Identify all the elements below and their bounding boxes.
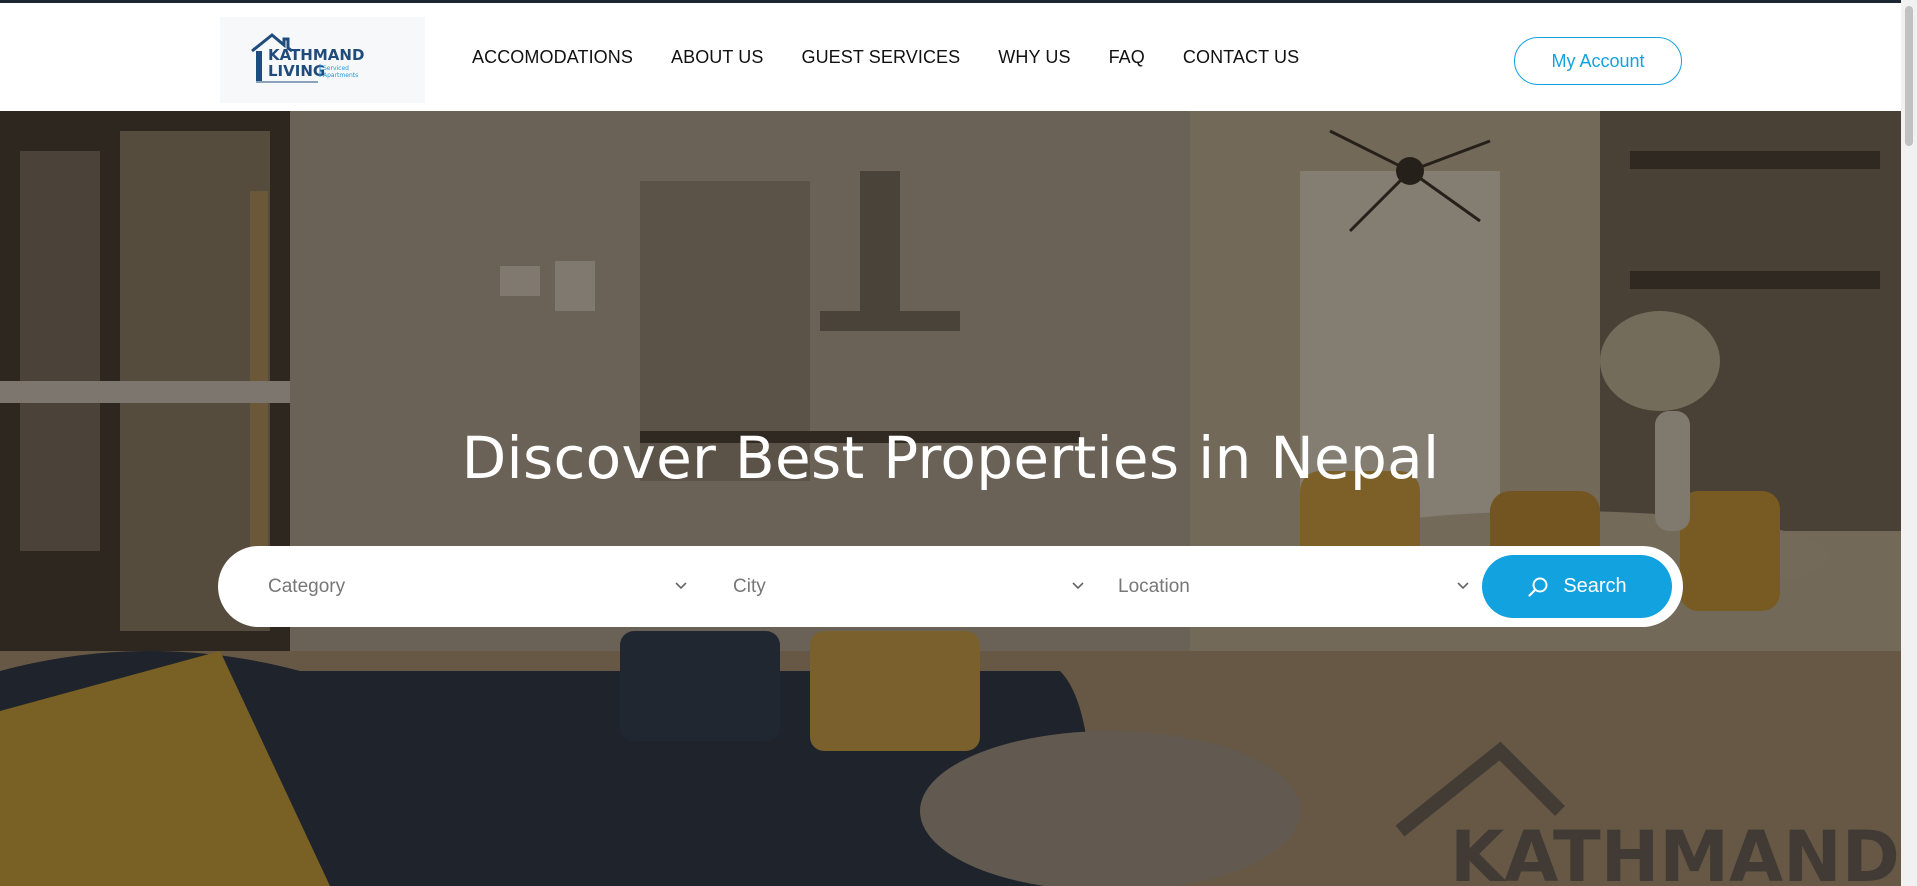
hero-title: Discover Best Properties in Nepal xyxy=(461,424,1440,492)
hero-section: KATHMANDU Discover Best Properties in Ne… xyxy=(0,111,1901,886)
category-select[interactable]: Category xyxy=(268,546,688,627)
nav-why-us[interactable]: WHY US xyxy=(998,47,1070,68)
site-header: KATHMANDU LIVING Serviced Apartments ACC… xyxy=(0,3,1901,111)
hero-overlay xyxy=(0,111,1901,886)
svg-text:Serviced: Serviced xyxy=(323,65,349,72)
site-logo[interactable]: KATHMANDU LIVING Serviced Apartments xyxy=(220,17,425,103)
nav-about-us[interactable]: ABOUT US xyxy=(671,47,764,68)
property-search-bar: Category City Location Search xyxy=(218,546,1683,627)
city-select-label: City xyxy=(733,575,766,597)
page-scrollbar[interactable] xyxy=(1901,0,1917,886)
scrollbar-thumb[interactable] xyxy=(1905,6,1913,146)
svg-text:Apartments: Apartments xyxy=(323,72,358,79)
nav-accomodations[interactable]: ACCOMODATIONS xyxy=(472,47,633,68)
chevron-down-icon xyxy=(1072,582,1084,590)
category-select-label: Category xyxy=(268,575,346,597)
main-nav: ACCOMODATIONS ABOUT US GUEST SERVICES WH… xyxy=(472,3,1337,111)
nav-contact-us[interactable]: CONTACT US xyxy=(1183,47,1299,68)
my-account-button[interactable]: My Account xyxy=(1514,37,1682,85)
city-select[interactable]: City xyxy=(733,546,1085,627)
nav-faq[interactable]: FAQ xyxy=(1109,47,1145,68)
location-select-label: Location xyxy=(1118,575,1190,597)
location-select[interactable]: Location xyxy=(1118,546,1470,627)
chevron-down-icon xyxy=(1457,582,1469,590)
chevron-down-icon xyxy=(675,582,687,590)
nav-guest-services[interactable]: GUEST SERVICES xyxy=(801,47,960,68)
search-icon xyxy=(1528,577,1548,597)
search-button[interactable]: Search xyxy=(1482,555,1672,618)
search-button-label: Search xyxy=(1563,575,1627,597)
svg-text:LIVING: LIVING xyxy=(268,62,325,80)
house-logo-icon: KATHMANDU LIVING Serviced Apartments xyxy=(251,33,365,83)
